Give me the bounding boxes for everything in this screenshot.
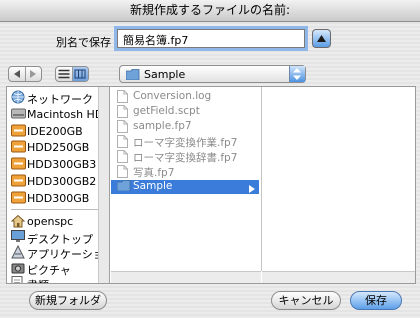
file-row[interactable]: ローマ字変換辞書.fp7 <box>115 150 257 164</box>
file-row[interactable]: Conversion.log <box>115 90 257 104</box>
file-column: Conversion.log getField.scpt sample.fp7 ローマ… <box>111 87 262 271</box>
documents-icon <box>11 276 26 283</box>
sidebar-item-label: HDD300GB <box>27 191 90 205</box>
sidebar-item-label: HDD250GB <box>27 141 90 155</box>
file-icon <box>117 105 128 121</box>
sidebar-item[interactable]: ピクチャ <box>7 260 107 277</box>
file-name: Sample <box>133 180 173 192</box>
column-horizontal-scrollbar[interactable] <box>262 271 415 283</box>
sidebar-divider <box>11 209 101 210</box>
window-title: 新規作成するファイルの名前: <box>0 0 420 22</box>
sidebar-item-label: HDD300GB2 <box>27 175 97 188</box>
file-name: ローマ字変換辞書.fp7 <box>133 152 238 164</box>
file-name: 写真.fp7 <box>133 167 175 179</box>
column-view-button[interactable] <box>71 67 88 81</box>
sidebar-item[interactable]: ネットワーク <box>7 89 107 106</box>
list-view-button[interactable] <box>56 67 72 81</box>
back-forward-control <box>8 66 42 82</box>
file-name: Conversion.log <box>133 90 212 102</box>
popup-arrows-icon <box>289 66 305 82</box>
file-row[interactable]: ローマ字変換作業.fp7 <box>115 135 257 149</box>
location-popup[interactable]: Sample <box>119 65 306 83</box>
file-row[interactable]: 写真.fp7 <box>115 165 257 179</box>
applications-icon <box>11 244 26 260</box>
hard-disk-icon <box>11 107 26 122</box>
folder-icon <box>116 180 131 194</box>
external-disk-icon <box>11 191 26 206</box>
selected-folder-row[interactable]: Sample <box>111 180 259 194</box>
sidebar-item[interactable]: Macintosh HD <box>7 106 107 123</box>
cancel-button[interactable]: キャンセル <box>271 291 341 310</box>
sidebar-item-label: 書類 <box>27 277 49 283</box>
view-mode-control <box>55 66 89 82</box>
save-button[interactable]: 保存 <box>350 291 402 310</box>
sidebar-item-label: IDE200GB <box>27 124 83 138</box>
file-icon <box>117 90 128 106</box>
expand-dialog-button[interactable] <box>312 29 331 48</box>
folder-icon <box>126 69 140 80</box>
sidebar-item-label: ネットワーク <box>27 93 93 106</box>
forward-arrow-icon <box>30 70 37 78</box>
save-dialog: 新規作成するファイルの名前: 別名で保存 : 簡易名簿.fp7 Sample ネ… <box>0 0 420 318</box>
triangle-up-icon <box>317 35 326 42</box>
location-popup-label: Sample <box>144 68 186 81</box>
sidebar-item-label: HDD300GB3 <box>27 158 97 172</box>
sidebar-item[interactable]: openspc <box>7 213 107 230</box>
external-disk-icon <box>11 140 26 155</box>
external-disk-icon <box>11 124 26 139</box>
empty-column <box>262 87 415 283</box>
file-icon <box>117 135 128 151</box>
file-name: sample.fp7 <box>133 120 192 132</box>
sidebar-item[interactable]: HDD300GB3 <box>7 156 107 173</box>
pictures-icon <box>11 261 26 276</box>
new-folder-button[interactable]: 新規フォルダ <box>29 291 107 310</box>
back-arrow-icon <box>13 70 20 78</box>
back-button[interactable] <box>9 67 25 81</box>
file-row[interactable]: getField.scpt <box>115 105 257 119</box>
sidebar-scrollbar[interactable] <box>98 87 109 283</box>
sidebar-item-label: openspc <box>27 215 74 228</box>
filename-input[interactable]: 簡易名簿.fp7 <box>117 29 305 48</box>
disclosure-arrow-icon <box>249 183 255 196</box>
sidebar-item[interactable]: IDE200GB <box>7 123 107 140</box>
sidebar-item[interactable]: 書類 <box>7 275 107 283</box>
sidebar-item[interactable]: アプリケーション <box>7 244 109 261</box>
network-globe-icon <box>11 90 26 105</box>
file-row[interactable]: sample.fp7 <box>115 120 257 134</box>
sidebar-item[interactable]: HDD250GB <box>7 139 107 156</box>
file-icon <box>117 120 128 136</box>
file-icon <box>117 165 128 181</box>
forward-button[interactable] <box>24 67 42 81</box>
list-view-icon <box>58 69 70 79</box>
column-view-icon <box>74 69 86 79</box>
sidebar: ネットワーク Macintosh HD IDE200GB HDD250GB HDD300… <box>7 87 110 283</box>
save-as-label: 別名で保存 : <box>56 36 119 49</box>
file-name: ローマ字変換作業.fp7 <box>133 137 238 149</box>
desktop-icon <box>11 229 26 245</box>
sidebar-item[interactable]: デスクトップ <box>7 229 107 246</box>
external-disk-icon <box>11 157 26 172</box>
file-icon <box>117 150 128 166</box>
sidebar-item-label: Macintosh HD <box>27 107 104 121</box>
sidebar-item[interactable]: HDD300GB2 <box>7 173 107 190</box>
column-horizontal-scrollbar[interactable] <box>111 271 261 283</box>
file-name: getField.scpt <box>133 105 200 117</box>
file-browser: ネットワーク Macintosh HD IDE200GB HDD250GB HDD300… <box>6 86 416 284</box>
sidebar-item[interactable]: HDD300GB <box>7 190 107 207</box>
home-icon <box>10 214 26 229</box>
external-disk-icon <box>11 174 26 189</box>
